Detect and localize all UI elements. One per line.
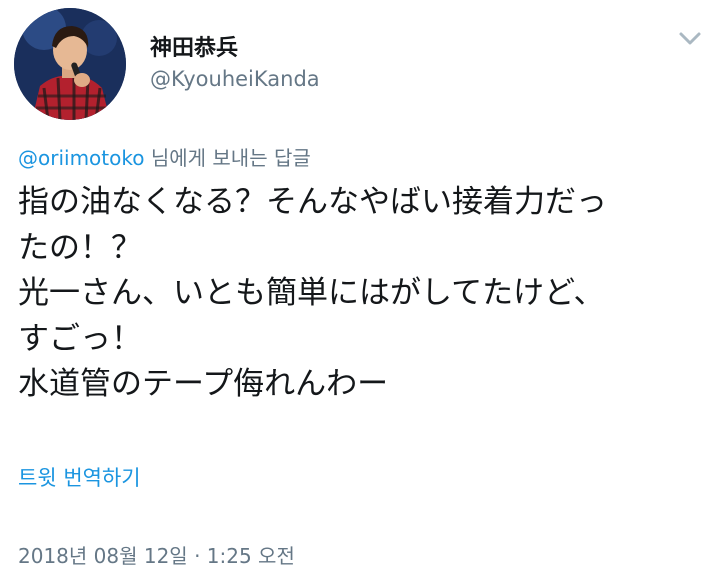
tweet-text-line: 指の油なくなる？そんなやばい接着力だっ	[18, 184, 607, 220]
reply-context: @oriimotoko 님에게 보내는 답글	[18, 142, 311, 171]
reply-mention-link[interactable]: @oriimotoko	[18, 146, 144, 170]
translate-tweet-link[interactable]: 트윗 번역하기	[18, 462, 141, 492]
avatar[interactable]	[14, 8, 126, 120]
tweet-timestamp: 2018년 08월 12일 · 1:25 오전	[18, 544, 295, 568]
tweet-text-line: 光一さん、いとも簡単にはがしてたけど、	[18, 275, 605, 311]
tweet-detail: 神田恭兵 @KyouheiKanda @oriimotoko 님에게 보내는 답…	[0, 0, 720, 577]
tweet-text-line: たの！？	[18, 229, 142, 266]
chevron-down-icon	[679, 32, 701, 45]
tweet-header: 神田恭兵 @KyouheiKanda	[0, 0, 720, 130]
profile-photo-icon	[14, 8, 126, 120]
user-handle[interactable]: @KyouheiKanda	[150, 67, 320, 91]
reply-context-text: 님에게 보내는 답글	[144, 146, 311, 170]
tweet-text-line: 水道管のテープ侮れんわー	[18, 366, 389, 402]
more-options-button[interactable]	[676, 26, 704, 50]
display-name[interactable]: 神田恭兵	[150, 30, 238, 62]
tweet-text: 指の油なくなる？そんなやばい接着力だっ たの！？ 光一さん、いとも簡単にはがして…	[18, 180, 708, 408]
tweet-text-line: すごっ！	[18, 320, 142, 357]
